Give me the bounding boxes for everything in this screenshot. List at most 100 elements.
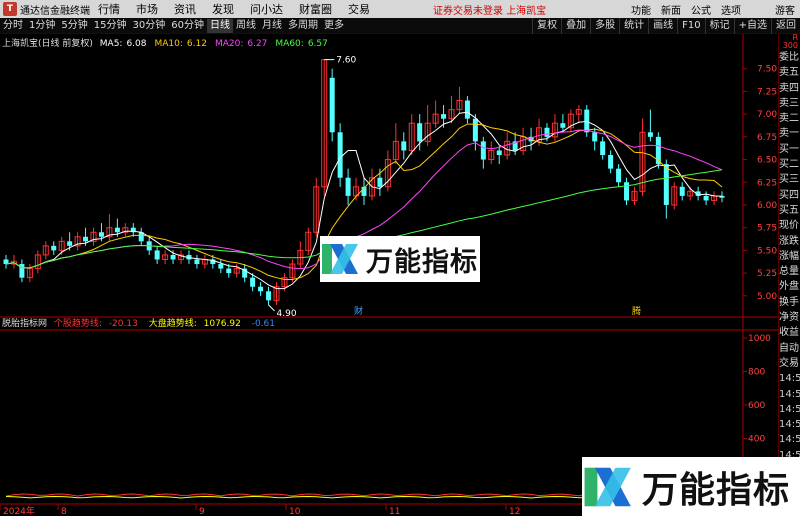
candle-body	[401, 141, 407, 151]
indicator-tick-label: 800	[748, 368, 765, 378]
right-menu: 功能 新面 公式 选项 游客	[626, 0, 800, 18]
panel-item: 净资	[779, 312, 799, 324]
period-toolbar: 分时 1分钟 5分钟 15分钟 30分钟 60分钟 日线 周线 月线 多周期 更多 复权 叠加 多股 统计…	[0, 18, 800, 34]
menu-item-gongneng[interactable]: 功能	[626, 2, 656, 17]
tool-button[interactable]: 叠加	[561, 18, 590, 34]
ma-value: MA5: 6.08	[99, 39, 147, 49]
menu-item-gongshi[interactable]: 公式	[686, 2, 716, 17]
price-tick-label: 5.00	[757, 292, 777, 302]
watermark-text: 万能指标	[366, 246, 478, 278]
login-notice[interactable]: 证券交易未登录 上海凯宝	[433, 2, 546, 17]
time-tick-label: 12	[509, 507, 520, 516]
panel-item: 委比	[779, 52, 799, 63]
price-tick-label: 6.50	[757, 156, 777, 166]
candle-body	[114, 227, 120, 233]
watermark-large: 万能指标	[582, 457, 800, 516]
candle-body	[218, 264, 224, 269]
low-price-label: 4.90	[277, 309, 297, 319]
panel-item: 14:5	[779, 419, 800, 431]
watermark-large-logo-icon	[584, 467, 631, 506]
panel-item: 总量	[779, 266, 799, 278]
price-tick-label: 7.25	[757, 87, 777, 97]
price-tick-label: 7.00	[757, 110, 777, 120]
indicator-value3: -0.61	[251, 319, 276, 329]
indicator-tick-label: 600	[748, 401, 765, 411]
ma-value: MA20: 6.27	[214, 39, 268, 49]
candle-body	[703, 195, 709, 201]
candle-body	[83, 236, 89, 242]
right-quote-panel: R 300 委比 卖五 卖四 卖三 卖二 卖一 买一 买二 买三 买四 买五 现价 涨跌 涨幅 总量 外盘 换手 净资…	[778, 34, 800, 516]
time-tick-label: 9	[199, 507, 205, 516]
tool-button[interactable]: +自选	[733, 18, 771, 34]
period-tab[interactable]: 1分钟	[26, 19, 58, 33]
period-tab[interactable]: 60分钟	[168, 19, 207, 33]
tool-button[interactable]: 复权	[532, 18, 561, 34]
panel-item: 涨跌	[779, 235, 799, 247]
ma-value: MA60: 6.57	[275, 39, 328, 49]
period-tab[interactable]: 周线	[233, 19, 259, 33]
panel-item: 换手	[779, 296, 799, 308]
candle-body	[624, 182, 630, 201]
candle-body	[647, 132, 653, 137]
period-tab[interactable]: 日线	[206, 18, 233, 33]
menu-item-hangqing[interactable]: 行情	[90, 1, 128, 17]
event-marker-teng: 腾	[632, 305, 641, 317]
candle-body	[329, 77, 335, 133]
panel-item: 卖三	[779, 97, 799, 109]
candle-body	[544, 127, 550, 137]
menu-item-wenxiaoda[interactable]: 问小达	[242, 1, 291, 17]
tool-button[interactable]: F10	[677, 18, 704, 34]
candle-body	[226, 268, 232, 274]
candle-body	[441, 114, 447, 119]
menu-item-shichang[interactable]: 市场	[128, 1, 166, 17]
period-tab[interactable]: 30分钟	[129, 19, 168, 33]
candle-body	[663, 164, 669, 205]
panel-item: 卖一	[779, 128, 799, 140]
panel-item: 买一	[779, 143, 799, 155]
candle-body	[679, 186, 685, 196]
panel-item: 买三	[779, 174, 799, 186]
menu-item-faxian[interactable]: 发现	[204, 1, 242, 17]
indicator-stock-trend: 个股趋势线: -20.13	[53, 319, 138, 329]
candle-body	[592, 132, 598, 142]
menu-item-caifuquan[interactable]: 财富圈	[291, 1, 340, 17]
candle-body	[266, 291, 272, 301]
period-tab[interactable]: 多周期	[285, 19, 321, 33]
period-tab[interactable]: 更多	[321, 19, 347, 33]
time-tick-label: 8	[61, 507, 67, 516]
guest-label[interactable]: 游客	[770, 2, 800, 17]
candle-body	[480, 141, 486, 160]
tool-button[interactable]: 多股	[590, 18, 619, 34]
tool-button[interactable]: 返回	[771, 18, 800, 34]
watermark-large-text: 万能指标	[642, 469, 791, 511]
watermark-logo-icon	[322, 244, 358, 274]
candle-body	[67, 241, 73, 246]
panel-code: R 300	[782, 34, 798, 50]
panel-item: 14:5	[779, 388, 800, 400]
panel-item: 现价	[779, 220, 799, 232]
tool-button[interactable]: 标记	[704, 18, 734, 34]
indicator-legend: 脱胎指标网 个股趋势线: -20.13 大盘趋势线: 1076.92 -0.61	[2, 316, 279, 329]
price-tick-label: 5.50	[757, 246, 777, 256]
tool-button[interactable]: 画线	[648, 18, 677, 34]
title-bar: T 通达信金融终端 行情 市场 资讯 发现 问小达 财富圈 交易 证券交易未登录…	[0, 0, 800, 18]
panel-item: 卖五	[779, 67, 799, 79]
period-tab[interactable]: 5分钟	[58, 19, 90, 33]
period-tab[interactable]: 分时	[0, 19, 26, 33]
menu-item-xuanxiang[interactable]: 选项	[716, 2, 746, 17]
menu-item-xinmian[interactable]: 新面	[656, 2, 686, 17]
ma-legend: 上海凯宝(日线 前复权) MA5: 6.08 MA10: 6.12 MA20: 6.27 M…	[2, 36, 340, 49]
watermark: 万能指标	[320, 236, 480, 282]
main-menu: 行情 市场 资讯 发现 问小达 财富圈 交易	[90, 1, 378, 17]
panel-item: 涨幅	[779, 250, 799, 262]
app-title: 通达信金融终端	[20, 5, 90, 17]
candle-body	[337, 132, 343, 178]
menu-item-jiaoyi[interactable]: 交易	[340, 1, 378, 17]
menu-item-zixun[interactable]: 资讯	[166, 1, 204, 17]
tool-button[interactable]: 统计	[619, 18, 648, 34]
time-tick-label: 11	[389, 507, 400, 516]
panel-item: 自动	[779, 342, 799, 354]
period-tab[interactable]: 15分钟	[91, 19, 130, 33]
period-tab[interactable]: 月线	[259, 19, 285, 33]
indicator-market-trend: 大盘趋势线: 1076.92	[148, 319, 241, 329]
